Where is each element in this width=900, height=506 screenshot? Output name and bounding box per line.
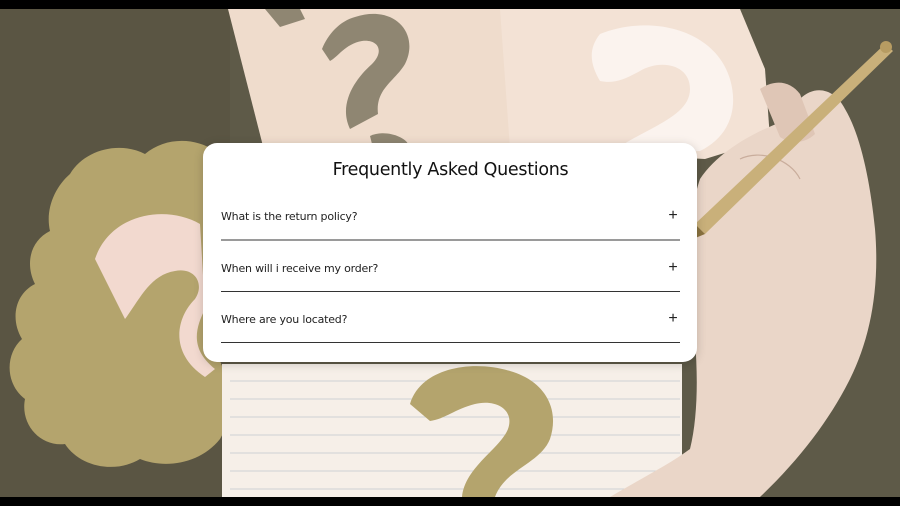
plus-icon[interactable]: + xyxy=(666,260,680,276)
faq-question: When will i receive my order? xyxy=(221,261,379,275)
faq-item-order-delivery[interactable]: When will i receive my order? + xyxy=(221,241,680,292)
faq-item-location[interactable]: Where are you located? + xyxy=(221,292,680,343)
faq-list: What is the return policy? + When will i… xyxy=(221,189,680,343)
faq-card: Frequently Asked Questions What is the r… xyxy=(203,143,697,362)
hero-banner: Frequently Asked Questions What is the r… xyxy=(0,9,900,497)
plus-icon[interactable]: + xyxy=(666,208,680,224)
faq-question: What is the return policy? xyxy=(221,209,358,223)
faq-question: Where are you located? xyxy=(221,312,348,326)
faq-title: Frequently Asked Questions xyxy=(332,160,569,180)
faq-item-return-policy[interactable]: What is the return policy? + xyxy=(221,189,680,241)
plus-icon[interactable]: + xyxy=(666,311,680,327)
